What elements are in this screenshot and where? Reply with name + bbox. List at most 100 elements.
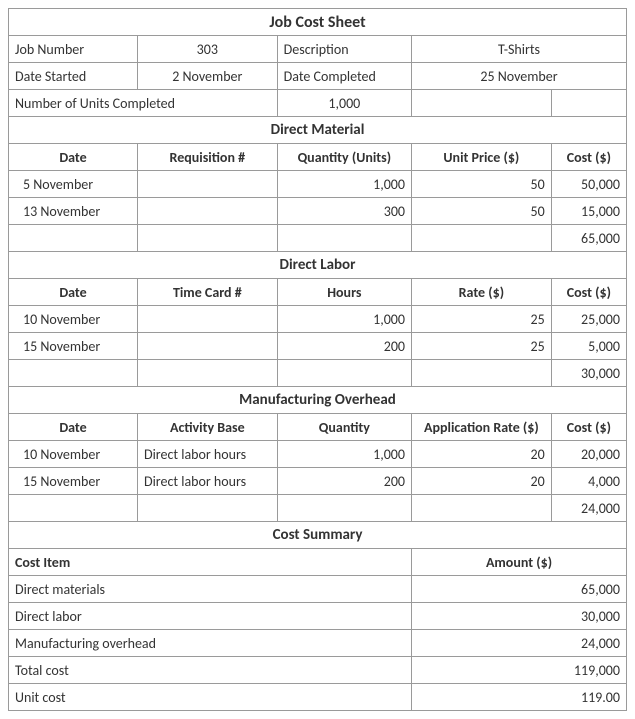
oh-date: 10 November: [9, 441, 138, 468]
date-completed-label: Date Completed: [277, 63, 411, 90]
empty-cell: [137, 360, 277, 387]
empty-cell: [551, 90, 626, 117]
direct-material-header: Direct Material: [9, 117, 627, 144]
table-row: 5 November 1,000 50 50,000: [9, 171, 627, 198]
dl-col-hours: Hours: [277, 279, 411, 306]
table-row: 10 November 1,000 25 25,000: [9, 306, 627, 333]
dl-rate: 25: [412, 333, 552, 360]
table-row: 30,000: [9, 360, 627, 387]
dm-total: 65,000: [551, 225, 626, 252]
dm-unitprice: 50: [412, 198, 552, 225]
summary-amount: 30,000: [412, 603, 627, 630]
dm-col-date: Date: [9, 144, 138, 171]
empty-cell: [412, 495, 552, 522]
dl-col-timecard: Time Card #: [137, 279, 277, 306]
table-row: 10 November Direct labor hours 1,000 20 …: [9, 441, 627, 468]
dm-col-cost: Cost ($): [551, 144, 626, 171]
empty-cell: [9, 360, 138, 387]
empty-cell: [412, 225, 552, 252]
oh-cost: 4,000: [551, 468, 626, 495]
empty-cell: [137, 495, 277, 522]
table-row: 13 November 300 50 15,000: [9, 198, 627, 225]
dl-timecard: [137, 333, 277, 360]
empty-cell: [9, 225, 138, 252]
oh-col-quantity: Quantity: [277, 414, 411, 441]
summary-item: Direct materials: [9, 576, 412, 603]
job-cost-sheet-table: Job Cost Sheet Job Number 303 Descriptio…: [8, 8, 627, 711]
summary-header: Cost Summary: [9, 522, 627, 549]
sheet-title: Job Cost Sheet: [9, 9, 627, 36]
summary-item: Manufacturing overhead: [9, 630, 412, 657]
summary-amount: 119,000: [412, 657, 627, 684]
empty-cell: [277, 495, 411, 522]
units-completed-value: 1,000: [277, 90, 411, 117]
dm-date: 5 November: [9, 171, 138, 198]
oh-col-cost: Cost ($): [551, 414, 626, 441]
dl-timecard: [137, 306, 277, 333]
summary-amount: 24,000: [412, 630, 627, 657]
dm-col-unitprice: Unit Price ($): [412, 144, 552, 171]
dl-col-cost: Cost ($): [551, 279, 626, 306]
table-row: 15 November Direct labor hours 200 20 4,…: [9, 468, 627, 495]
empty-cell: [137, 225, 277, 252]
dm-quantity: 1,000: [277, 171, 411, 198]
summary-item: Direct labor: [9, 603, 412, 630]
units-completed-label: Number of Units Completed: [9, 90, 278, 117]
oh-quantity: 1,000: [277, 441, 411, 468]
dl-col-rate: Rate ($): [412, 279, 552, 306]
empty-cell: [412, 360, 552, 387]
dl-date: 10 November: [9, 306, 138, 333]
table-row: Direct materials 65,000: [9, 576, 627, 603]
summary-item: Total cost: [9, 657, 412, 684]
dm-unitprice: 50: [412, 171, 552, 198]
description-label: Description: [277, 36, 411, 63]
dl-total: 30,000: [551, 360, 626, 387]
oh-col-apprate: Application Rate ($): [412, 414, 552, 441]
dl-cost: 5,000: [551, 333, 626, 360]
dl-col-date: Date: [9, 279, 138, 306]
table-row: Total cost 119,000: [9, 657, 627, 684]
oh-activitybase: Direct labor hours: [137, 468, 277, 495]
dl-cost: 25,000: [551, 306, 626, 333]
summary-item: Unit cost: [9, 684, 412, 711]
dm-requisition: [137, 198, 277, 225]
overhead-header: Manufacturing Overhead: [9, 387, 627, 414]
dm-date: 13 November: [9, 198, 138, 225]
table-row: Direct labor 30,000: [9, 603, 627, 630]
dl-hours: 200: [277, 333, 411, 360]
dm-col-requisition: Requisition #: [137, 144, 277, 171]
oh-col-activitybase: Activity Base: [137, 414, 277, 441]
date-started-label: Date Started: [9, 63, 138, 90]
summary-amount: 65,000: [412, 576, 627, 603]
dm-quantity: 300: [277, 198, 411, 225]
table-row: Manufacturing overhead 24,000: [9, 630, 627, 657]
dm-cost: 50,000: [551, 171, 626, 198]
oh-date: 15 November: [9, 468, 138, 495]
summary-col-item: Cost Item: [9, 549, 412, 576]
date-started-value: 2 November: [137, 63, 277, 90]
direct-labor-header: Direct Labor: [9, 252, 627, 279]
table-row: 24,000: [9, 495, 627, 522]
table-row: 15 November 200 25 5,000: [9, 333, 627, 360]
dm-cost: 15,000: [551, 198, 626, 225]
description-value: T-Shirts: [412, 36, 627, 63]
job-number-value: 303: [137, 36, 277, 63]
table-row: 65,000: [9, 225, 627, 252]
job-number-label: Job Number: [9, 36, 138, 63]
oh-quantity: 200: [277, 468, 411, 495]
empty-cell: [277, 360, 411, 387]
oh-activitybase: Direct labor hours: [137, 441, 277, 468]
oh-cost: 20,000: [551, 441, 626, 468]
date-completed-value: 25 November: [412, 63, 627, 90]
dm-requisition: [137, 171, 277, 198]
empty-cell: [9, 495, 138, 522]
summary-col-amount: Amount ($): [412, 549, 627, 576]
oh-col-date: Date: [9, 414, 138, 441]
empty-cell: [277, 225, 411, 252]
summary-amount: 119.00: [412, 684, 627, 711]
oh-total: 24,000: [551, 495, 626, 522]
dl-date: 15 November: [9, 333, 138, 360]
dl-hours: 1,000: [277, 306, 411, 333]
oh-apprate: 20: [412, 441, 552, 468]
oh-apprate: 20: [412, 468, 552, 495]
